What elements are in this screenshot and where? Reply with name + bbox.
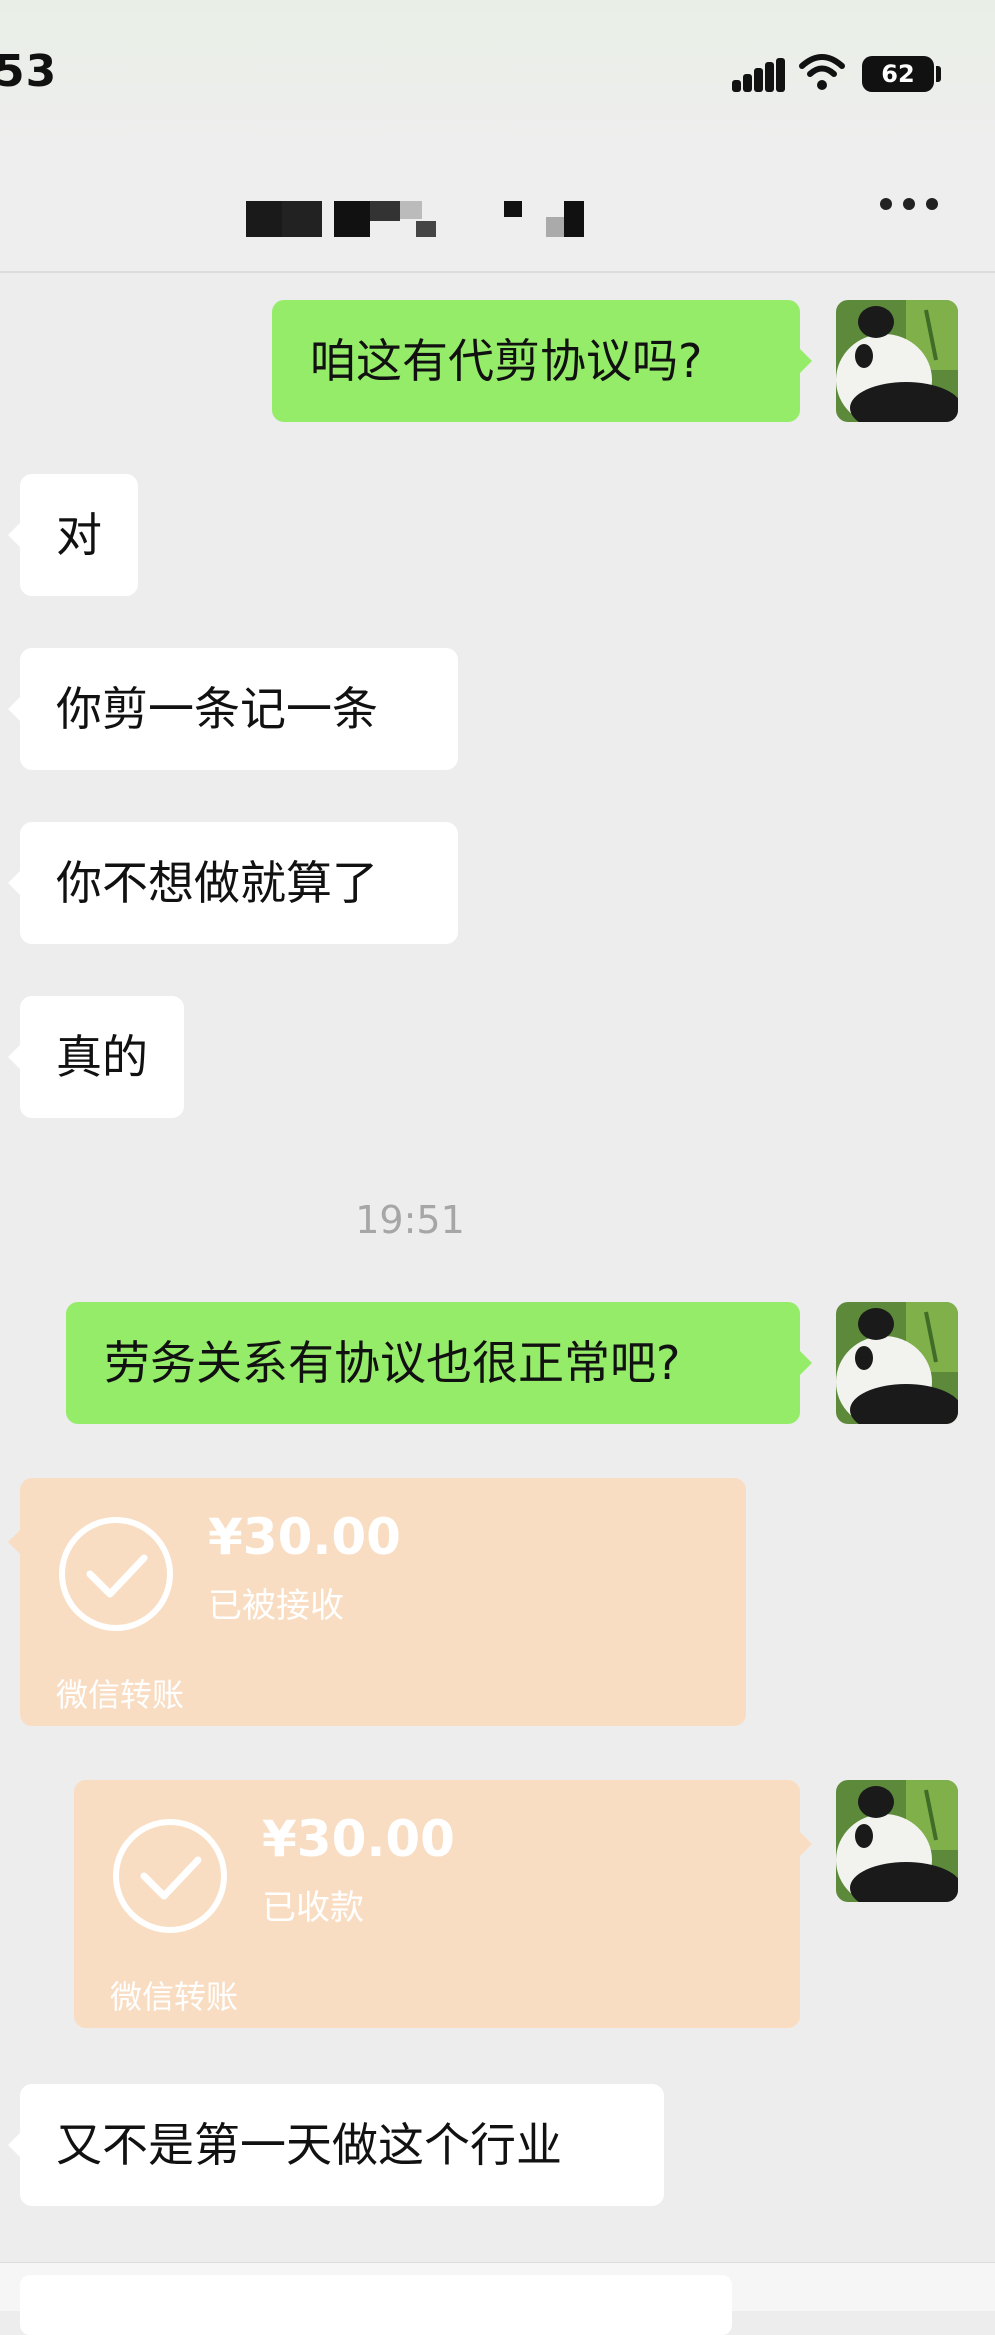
message-bubble-incoming[interactable]: 你剪一条记一条 bbox=[8, 648, 458, 770]
panda-avatar[interactable] bbox=[836, 300, 958, 422]
transfer-amount: ¥30.00 bbox=[208, 1508, 401, 1566]
message-bubble-incoming[interactable]: 又不是第一天做这个行业 bbox=[8, 2084, 664, 2206]
transfer-label: 微信转账 bbox=[56, 1676, 185, 1714]
transfer-check-icon bbox=[113, 1819, 227, 1933]
message-bubble-incoming[interactable]: 你不想做就算了 bbox=[8, 822, 458, 944]
transfer-card-incoming[interactable]: ¥30.00 已被接收 微信转账 bbox=[8, 1478, 746, 1726]
battery-tip bbox=[936, 66, 941, 82]
message-bubble-incoming[interactable]: 对 bbox=[8, 474, 138, 596]
transfer-status: 已收款 bbox=[262, 1888, 364, 1928]
transfer-label: 微信转账 bbox=[110, 1978, 239, 2016]
battery-indicator: 62 bbox=[862, 56, 934, 92]
transfer-check-icon bbox=[59, 1517, 173, 1631]
chat-input-bar bbox=[0, 2262, 995, 2335]
message-bubble-outgoing[interactable]: 咱这有代剪协议吗? bbox=[272, 300, 812, 422]
message-input[interactable] bbox=[20, 2275, 732, 2335]
status-bar: 53 62 bbox=[0, 0, 995, 145]
status-time: 53 bbox=[0, 46, 58, 97]
wifi-icon bbox=[799, 54, 845, 90]
transfer-status: 已被接收 bbox=[208, 1586, 344, 1626]
transfer-amount: ¥30.00 bbox=[262, 1810, 455, 1868]
chat-title-pixelated bbox=[246, 197, 586, 237]
transfer-card-outgoing[interactable]: ¥30.00 已收款 微信转账 bbox=[74, 1780, 812, 2028]
message-bubble-incoming[interactable]: 真的 bbox=[8, 996, 184, 1118]
panda-avatar[interactable] bbox=[836, 1302, 958, 1424]
chat-header bbox=[0, 145, 995, 273]
panda-avatar[interactable] bbox=[836, 1780, 958, 1902]
message-bubble-outgoing[interactable]: 劳务关系有协议也很正常吧? bbox=[66, 1302, 812, 1424]
more-icon[interactable] bbox=[880, 198, 940, 212]
cellular-signal-icon bbox=[732, 58, 786, 92]
message-timestamp: 19:51 bbox=[355, 1198, 465, 1242]
